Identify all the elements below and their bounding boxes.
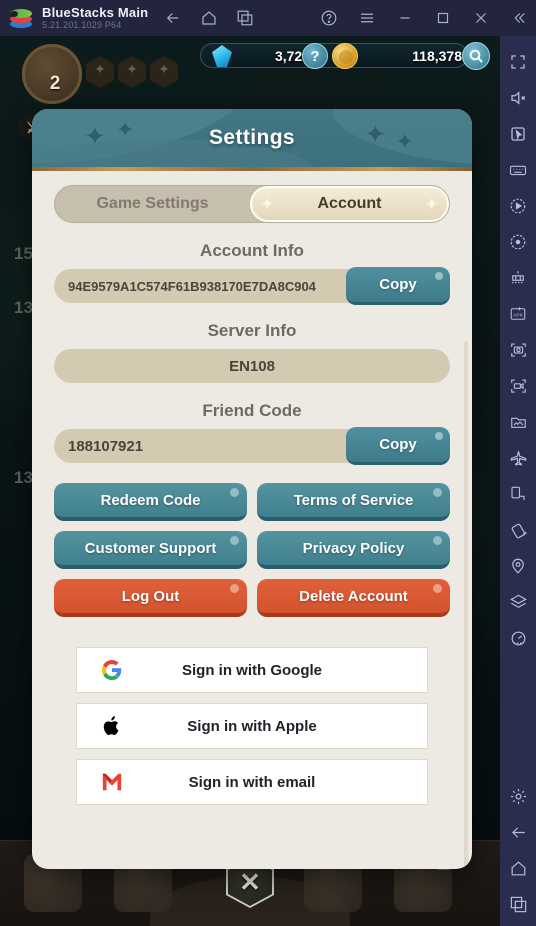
shake-icon[interactable] xyxy=(506,626,530,650)
map-node-number: 13 xyxy=(14,468,33,487)
modal-header: ✦ ✦ ✦ ✦ Settings xyxy=(32,109,472,167)
sparkle-icon: ✦ xyxy=(425,196,438,213)
coin-count: 118,378 xyxy=(412,48,462,64)
server-info-label: Server Info xyxy=(207,321,297,340)
rotate-icon[interactable] xyxy=(506,482,530,506)
airplane-icon[interactable] xyxy=(506,446,530,470)
account-id-value: 94E9579A1C574F61B938170E7DA8C904 xyxy=(68,278,316,294)
delete-account-button[interactable]: Delete Account xyxy=(257,579,450,617)
settings-modal: ✦ ✦ ✦ ✦ Settings Game Settings ✦ Account… xyxy=(32,109,472,869)
modal-scrollbar[interactable] xyxy=(464,341,468,869)
privacy-policy-button[interactable]: Privacy Policy xyxy=(257,531,450,569)
page-title: Settings xyxy=(208,126,296,149)
titlebar-text: BlueStacks Main 5.21.201.1029 P64 xyxy=(42,6,148,30)
server-info-row: EN108 xyxy=(54,349,450,383)
titlebar-nav-icons xyxy=(164,9,254,27)
home-icon[interactable] xyxy=(506,856,530,880)
sign-in-apple-button[interactable]: Sign in with Apple xyxy=(76,703,428,749)
close-icon[interactable] xyxy=(472,9,490,27)
script-icon[interactable] xyxy=(506,266,530,290)
redeem-code-button[interactable]: Redeem Code xyxy=(54,483,247,521)
screenshot-icon[interactable] xyxy=(506,338,530,362)
sign-in-google-button[interactable]: Sign in with Google xyxy=(76,647,428,693)
gem-count: 3,720 xyxy=(274,48,310,64)
server-value-field: EN108 xyxy=(54,349,450,383)
back-icon[interactable] xyxy=(164,9,182,27)
titlebar-window-controls xyxy=(320,0,528,36)
cursor-icon[interactable] xyxy=(506,122,530,146)
location-icon[interactable] xyxy=(506,554,530,578)
apk-install-icon[interactable]: APK xyxy=(506,302,530,326)
terms-of-service-button[interactable]: Terms of Service xyxy=(257,483,450,521)
settings-gear-icon[interactable] xyxy=(506,784,530,808)
help-icon[interactable] xyxy=(320,9,338,27)
account-info-row: 94E9579A1C574F61B938170E7DA8C904 Copy xyxy=(54,267,450,305)
sign-in-apple-label: Sign in with Apple xyxy=(187,717,317,735)
sign-in-email-label: Sign in with email xyxy=(188,773,316,791)
map-node-number: 15 xyxy=(14,244,33,263)
back-arrow-icon[interactable] xyxy=(506,820,530,844)
map-node-number: 13 xyxy=(14,298,33,317)
player-level-value: 2 xyxy=(49,73,61,94)
multi-instance-icon[interactable] xyxy=(236,9,254,27)
record-icon[interactable] xyxy=(506,230,530,254)
server-value: EN108 xyxy=(229,357,275,375)
google-icon xyxy=(101,659,123,681)
gem-icon xyxy=(208,42,236,70)
app-version: 5.21.201.1029 P64 xyxy=(42,19,122,30)
bluestacks-logo-icon xyxy=(10,7,32,29)
macro-play-icon[interactable] xyxy=(506,194,530,218)
coin-icon xyxy=(332,43,358,69)
keyboard-icon[interactable] xyxy=(506,158,530,182)
friend-code-value: 188107921 xyxy=(68,437,144,455)
app-name: BlueStacks Main xyxy=(42,4,149,20)
media-manager-icon[interactable] xyxy=(506,410,530,434)
search-icon[interactable] xyxy=(462,42,490,70)
bluestacks-sidebar: APK xyxy=(500,36,536,926)
settings-tabs: Game Settings ✦ Account ✦ xyxy=(54,185,450,223)
gmail-icon xyxy=(101,771,123,793)
log-out-button[interactable]: Log Out xyxy=(54,579,247,617)
multi-layer-icon[interactable] xyxy=(506,590,530,614)
home-icon[interactable] xyxy=(200,9,218,27)
signin-button-list: Sign in with Google Sign in with Apple S… xyxy=(54,647,450,805)
modal-body: Game Settings ✦ Account ✦ Account Info 9… xyxy=(32,171,472,869)
tab-account-label: Account xyxy=(317,195,382,212)
friend-code-label: Friend Code xyxy=(202,401,302,420)
copy-friend-code-button[interactable]: Copy xyxy=(346,427,450,465)
sparkle-icon: ✦ xyxy=(261,196,274,213)
help-currency-button[interactable]: ? xyxy=(302,43,328,69)
screen-record-icon[interactable] xyxy=(506,374,530,398)
sign-in-email-button[interactable]: Sign in with email xyxy=(76,759,428,805)
game-viewport: 2 76K 934 15 13 13 3,720 ? 118,378 667/1… xyxy=(0,36,500,926)
collapse-icon[interactable] xyxy=(510,9,528,27)
account-info-label: Account Info xyxy=(200,241,304,260)
maximize-icon[interactable] xyxy=(434,9,452,27)
tab-account[interactable]: ✦ Account ✦ xyxy=(250,186,449,222)
titlebar: BlueStacks Main 5.21.201.1029 P64 xyxy=(0,0,536,36)
sign-in-google-label: Sign in with Google xyxy=(182,661,322,679)
friend-code-row: 188107921 Copy xyxy=(54,427,450,465)
svg-text:APK: APK xyxy=(513,313,523,319)
customer-support-button[interactable]: Customer Support xyxy=(54,531,247,569)
apple-icon xyxy=(101,715,123,737)
copy-account-id-button[interactable]: Copy xyxy=(346,267,450,305)
action-button-grid: Redeem Code Terms of Service Customer Su… xyxy=(54,483,450,617)
tab-game-settings[interactable]: Game Settings xyxy=(55,186,250,222)
multi-instance-icon[interactable] xyxy=(506,892,530,916)
tilt-icon[interactable] xyxy=(506,518,530,542)
menu-icon[interactable] xyxy=(358,9,376,27)
minimize-icon[interactable] xyxy=(396,9,414,27)
top-hud: 3,720 ? 118,378 xyxy=(0,40,500,72)
fullscreen-icon[interactable] xyxy=(506,50,530,74)
mute-icon[interactable] xyxy=(506,86,530,110)
close-icon: ✕ xyxy=(239,867,261,897)
